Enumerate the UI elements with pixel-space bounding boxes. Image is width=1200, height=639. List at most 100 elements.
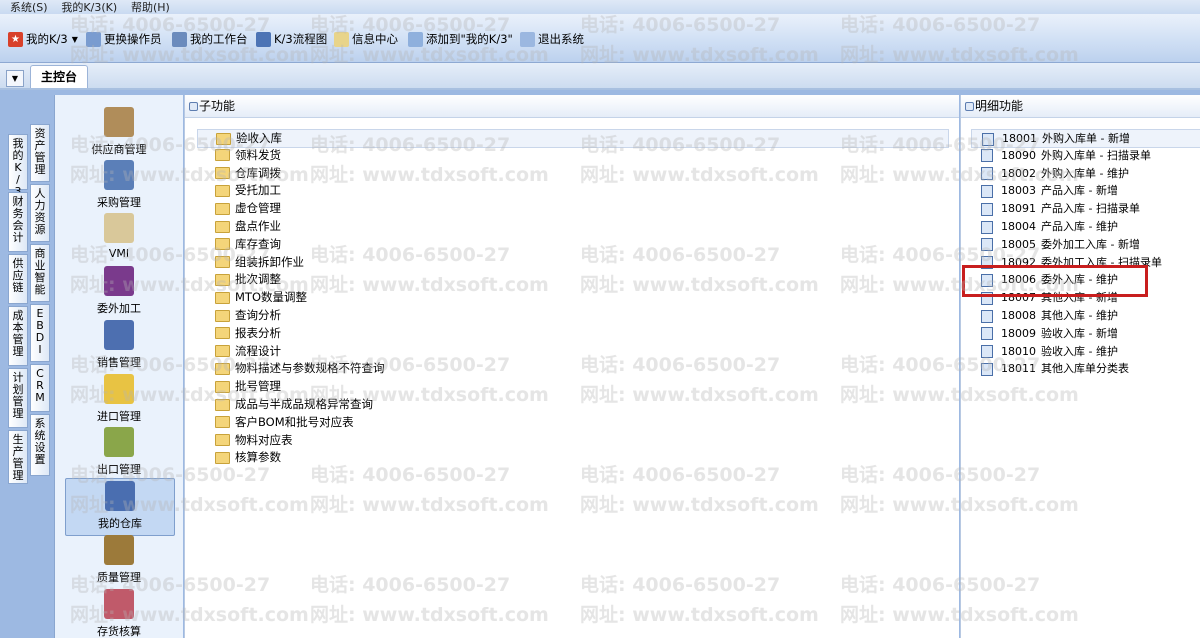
export-icon (104, 427, 134, 457)
tab-main-console[interactable]: 主控台 (30, 65, 88, 88)
category-label: VMI (108, 247, 130, 260)
document-icon (981, 167, 993, 181)
sub-function-label: 核算参数 (235, 450, 281, 465)
highlight-box (962, 265, 1148, 297)
detail-function-code: 18009 (1001, 326, 1036, 340)
detail-function-name: 产品入库 - 新增 (1041, 184, 1118, 198)
sub-function-item[interactable]: MTO数量调整 (215, 289, 307, 306)
sub-function-item[interactable]: 物料描述与参数规格不符查询 (215, 360, 385, 377)
category-export-management[interactable]: 出口管理 (65, 427, 173, 477)
menu-help[interactable]: 帮助(H) (131, 2, 170, 13)
vtab-finance[interactable]: 财务会计 (8, 192, 28, 252)
vtab-system-settings[interactable]: 系统设置 (30, 414, 50, 476)
category-label: 销售管理 (97, 356, 141, 369)
info-center-button[interactable]: 信息中心 (334, 30, 398, 48)
truck-icon (104, 320, 134, 350)
detail-function-item[interactable]: 18008 其他入库 - 维护 (981, 307, 1118, 324)
my-workbench-button[interactable]: 我的工作台 (172, 30, 248, 48)
menu-system[interactable]: 系统(S) (10, 2, 48, 13)
vtab-planning[interactable]: 计划管理 (8, 368, 28, 428)
sub-function-item[interactable]: 流程设计 (215, 343, 281, 360)
category-label: 供应商管理 (91, 143, 147, 156)
category-my-warehouse[interactable]: 我的仓库 (65, 478, 175, 536)
detail-function-item[interactable]: 18004 产品入库 - 维护 (981, 218, 1118, 235)
document-icon (981, 309, 993, 323)
sub-functions-header: 子功能 (185, 95, 959, 118)
document-icon (982, 132, 994, 146)
sub-function-item[interactable]: 库存查询 (215, 236, 281, 253)
category-supplier-management[interactable]: 供应商管理 (65, 107, 173, 157)
category-inventory-accounting[interactable]: 存货核算 (65, 589, 173, 639)
sub-function-label: 虚仓管理 (235, 201, 281, 216)
category-vmi[interactable]: VMI (65, 213, 173, 260)
sub-function-item[interactable]: 仓库调拨 (215, 165, 281, 182)
vtab-supply-chain[interactable]: 供应链 (8, 254, 28, 304)
vtab-production[interactable]: 生产管理 (8, 430, 28, 484)
sub-function-item[interactable]: 报表分析 (215, 325, 281, 342)
detail-function-code: 18001 (1002, 132, 1037, 145)
sub-function-label: 物料描述与参数规格不符查询 (235, 361, 385, 376)
sub-function-item[interactable]: 虚仓管理 (215, 200, 281, 217)
sub-function-label: 库存查询 (235, 236, 281, 251)
sub-function-label: 查询分析 (235, 308, 281, 322)
sub-functions-pane: 子功能 验收入库 领料发货 仓库调拨 受托加工虚仓管理盘点作业 库存查询组装拆卸作业 批次… (184, 95, 959, 638)
detail-function-item[interactable]: 18009 验收入库 - 新增 (981, 325, 1118, 342)
sub-function-item[interactable]: 组装拆卸作业 (215, 254, 304, 271)
category-purchase-management[interactable]: 采购管理 (65, 160, 173, 210)
sub-function-label: 客户BOM和批号对应表 (235, 414, 354, 429)
add-favorite-icon (408, 31, 423, 47)
detail-function-item[interactable]: 18090 外购入库单 - 扫描录单 (981, 147, 1151, 164)
sub-function-item[interactable]: 物料对应表 (215, 432, 293, 449)
vtab-hr[interactable]: 人力资源 (30, 184, 50, 242)
vtab-bi[interactable]: 商业智能 (30, 244, 50, 302)
detail-function-item[interactable]: 18002 外购入库单 - 维护 (981, 165, 1129, 182)
detail-function-name: 验收入库 - 维护 (1041, 344, 1118, 358)
category-label: 我的仓库 (98, 517, 142, 530)
menu-my-k3[interactable]: 我的K/3(K) (61, 2, 117, 13)
sub-function-item[interactable]: 领料发货 (215, 147, 281, 164)
sub-function-item[interactable]: 核算参数 (215, 449, 281, 466)
purchase-icon (104, 160, 134, 190)
vtab-cost-management[interactable]: 成本管理 (8, 306, 28, 366)
detail-function-item[interactable]: 18005 委外加工入库 - 新增 (981, 236, 1140, 253)
vtab-assets[interactable]: 资产管理 (30, 124, 50, 182)
switch-operator-button[interactable]: 更换操作员 (86, 30, 162, 48)
detail-function-item[interactable]: 18003 产品入库 - 新增 (981, 182, 1118, 199)
add-to-my-k3-button[interactable]: 添加到"我的K/3" (408, 30, 513, 48)
vtab-ebdi[interactable]: EBDI (30, 304, 50, 362)
my-k3-button[interactable]: ★ 我的K/3 ▼ (8, 30, 78, 48)
sub-function-item[interactable]: 客户BOM和批号对应表 (215, 414, 354, 431)
detail-function-item[interactable]: 18010 验收入库 - 维护 (981, 343, 1118, 360)
detail-function-item[interactable]: 18001 外购入库单 - 新增 (971, 129, 1200, 148)
vtab-char: 理 (12, 407, 24, 420)
category-label: 存货核算 (97, 625, 141, 638)
detail-function-item[interactable]: 18091 产品入库 - 扫描录单 (981, 200, 1140, 217)
sub-function-item[interactable]: 成品与半成品规格异常查询 (215, 396, 373, 413)
category-import-management[interactable]: 进口管理 (65, 374, 173, 424)
k3-flowchart-button[interactable]: K/3流程图 (256, 30, 327, 48)
detail-function-code: 18090 (1001, 148, 1036, 162)
category-outsourcing[interactable]: 委外加工 (65, 266, 173, 316)
flowchart-icon (256, 31, 271, 47)
sub-function-item[interactable]: 批次调整 (215, 271, 281, 288)
detail-function-name: 其他入库 - 维护 (1041, 309, 1118, 322)
category-label: 进口管理 (97, 410, 141, 423)
vtab-my-k3[interactable]: 我的K/3 (8, 134, 28, 198)
sub-function-item[interactable]: 查询分析 (215, 307, 281, 324)
detail-function-item[interactable]: 18011 其他入库单分类表 (981, 360, 1129, 377)
sub-function-item[interactable]: 盘点作业 (215, 218, 281, 235)
exit-system-button[interactable]: 退出系统 (520, 30, 584, 48)
sub-functions-title: 子功能 (199, 99, 236, 113)
chevron-down-icon[interactable]: ▼ (72, 35, 78, 44)
category-quality-management[interactable]: 质量管理 (65, 535, 173, 585)
folder-icon (215, 291, 230, 304)
category-label: 质量管理 (97, 571, 141, 584)
document-icon (981, 184, 993, 198)
tab-list-dropdown[interactable]: ▼ (6, 70, 24, 87)
sub-function-item[interactable]: 验收入库 (197, 129, 949, 148)
category-sales-management[interactable]: 销售管理 (65, 320, 173, 370)
sub-function-item[interactable]: 批号管理 (215, 378, 281, 395)
sub-function-item[interactable]: 受托加工 (215, 182, 281, 199)
vtab-crm[interactable]: CRM (30, 364, 50, 412)
folder-icon (215, 434, 230, 447)
